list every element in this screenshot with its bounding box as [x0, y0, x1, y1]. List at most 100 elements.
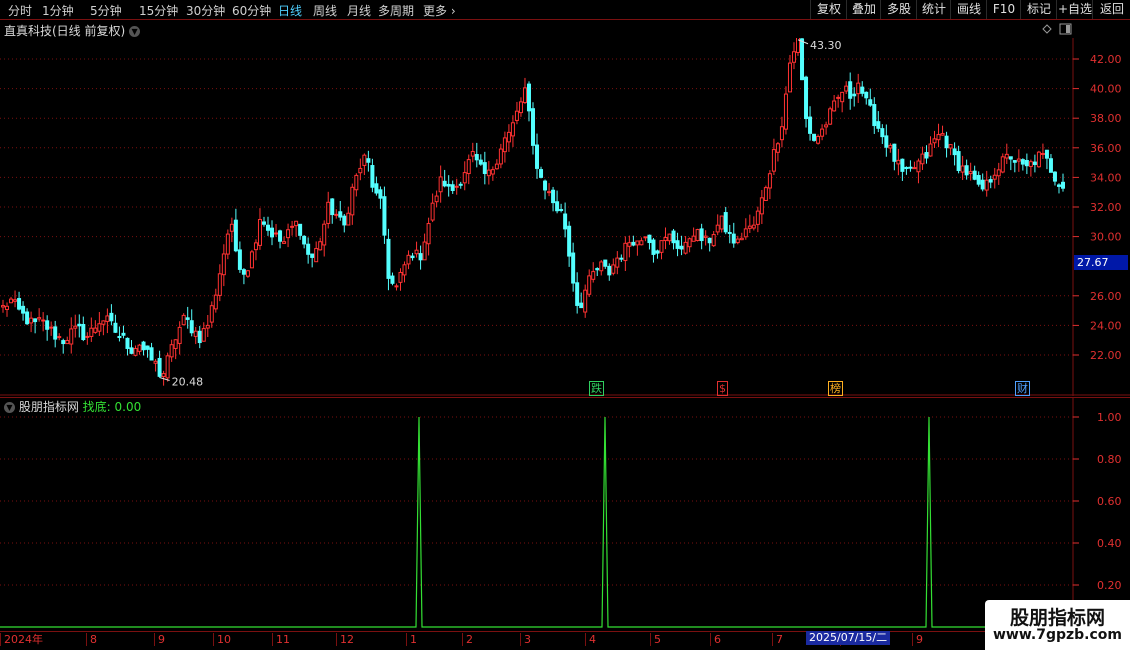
candle-body — [1028, 161, 1033, 167]
candle-body — [474, 154, 479, 161]
candle-body — [900, 158, 905, 172]
candle-body — [1008, 156, 1013, 160]
timeframe-tab-6[interactable]: 日线 — [278, 2, 302, 19]
y-tick-label: 34.00 — [1090, 171, 1122, 184]
candle-body — [936, 134, 941, 141]
candle-body — [350, 186, 355, 216]
candle-body — [129, 347, 134, 354]
candle-body — [61, 340, 66, 345]
candle-body — [1044, 149, 1049, 159]
candle-body — [209, 305, 214, 323]
candle-body — [888, 144, 893, 149]
toolbar-button-2[interactable]: 多股 — [880, 0, 917, 19]
timeframe-tab-9[interactable]: 多周期 — [378, 2, 414, 19]
split-view-icon-fill — [1066, 25, 1070, 33]
diamond-icon[interactable] — [1042, 24, 1052, 34]
time-label: 9 — [154, 633, 165, 646]
timeframe-tab-4[interactable]: 30分钟 — [186, 2, 225, 19]
y-tick-label: 22.00 — [1090, 349, 1122, 362]
main-chart-title[interactable]: 直真科技(日线 前复权) ▼ — [4, 22, 141, 39]
y-tick-label: 0.40 — [1097, 537, 1122, 550]
event-marker-3[interactable]: 财 — [1015, 381, 1030, 396]
toolbar-button-5[interactable]: F10 — [986, 0, 1021, 19]
timeframe-tab-0[interactable]: 分时 — [8, 2, 32, 19]
low-label: 20.48 — [172, 375, 204, 388]
time-axis: 2024年89101112123456789 — [0, 631, 1130, 646]
candle-body — [988, 179, 993, 183]
candle-body — [294, 220, 299, 227]
candle-body — [49, 326, 54, 329]
candle-body — [808, 116, 813, 134]
candle-body — [173, 339, 178, 349]
panel-toggle-icons[interactable] — [1040, 22, 1074, 36]
candle-body — [213, 294, 218, 310]
candle-body — [121, 332, 126, 336]
candle-body — [924, 152, 929, 159]
candle-body — [1016, 158, 1021, 162]
candle-body — [639, 240, 644, 246]
candle-body — [547, 191, 552, 194]
timeframe-tab-3[interactable]: 15分钟 — [139, 2, 178, 19]
candle-body — [205, 324, 210, 329]
candle-body — [125, 337, 130, 349]
toolbar-button-7[interactable]: +自选 — [1056, 0, 1093, 19]
candle-body — [723, 212, 728, 233]
time-label: 4 — [585, 633, 596, 646]
candle-body — [896, 159, 901, 165]
candle-body — [133, 348, 138, 356]
candle-body — [97, 323, 102, 332]
candle-body — [783, 93, 788, 130]
current-price-tag: 27.67 — [1074, 255, 1128, 270]
timeframe-tab-7[interactable]: 周线 — [313, 2, 337, 19]
candle-body — [824, 124, 829, 128]
candle-body — [996, 169, 1001, 177]
price-chart[interactable]: 42.00 40.00 38.00 36.00 34.00 32.00 30.00 26.00… — [0, 38, 1130, 396]
candle-body — [169, 344, 174, 358]
candle-body — [37, 317, 42, 320]
time-label: 2024年 — [0, 633, 43, 646]
candle-body — [217, 273, 222, 296]
timeframe-tab-10[interactable]: 更多 › — [423, 2, 456, 19]
timeframe-tab-1[interactable]: 1分钟 — [42, 2, 74, 19]
timeframe-tab-2[interactable]: 5分钟 — [90, 2, 122, 19]
candle-body — [101, 320, 106, 325]
candle-body — [767, 173, 772, 189]
toolbar-button-0[interactable]: 复权 — [810, 0, 847, 19]
candle-body — [1024, 160, 1029, 167]
indicator-chart[interactable]: 1.00 0.80 0.60 0.40 0.20 — [0, 397, 1130, 631]
candle-body — [679, 245, 684, 250]
y-tick-label: 0.80 — [1097, 453, 1122, 466]
toolbar-button-6[interactable]: 标记 — [1020, 0, 1057, 19]
candle-body — [707, 237, 712, 244]
candle-body — [944, 135, 949, 149]
toolbar-button-3[interactable]: 统计 — [916, 0, 951, 19]
candle-body — [579, 302, 584, 309]
candle-body — [711, 234, 716, 247]
candle-body — [141, 341, 146, 351]
toolbar-button-8[interactable]: 返回 — [1092, 0, 1130, 19]
candle-body — [619, 257, 624, 260]
watermark-title: 股朋指标网 — [1009, 607, 1105, 629]
candle-body — [237, 249, 242, 270]
candle-body — [779, 126, 784, 141]
time-label: 7 — [772, 633, 783, 646]
chevron-down-icon[interactable]: ▼ — [129, 26, 141, 37]
timeframe-tab-8[interactable]: 月线 — [347, 2, 371, 19]
candle-body — [5, 305, 10, 310]
event-marker-1[interactable]: $ — [717, 381, 728, 396]
candle-body — [330, 198, 335, 216]
timeframe-tab-5[interactable]: 60分钟 — [232, 2, 271, 19]
time-label: 9 — [912, 633, 923, 646]
candle-body — [374, 183, 379, 194]
candle-body — [406, 254, 411, 265]
candle-body — [241, 269, 246, 275]
candle-body — [185, 317, 190, 320]
toolbar-button-4[interactable]: 画线 — [950, 0, 987, 19]
toolbar-button-1[interactable]: 叠加 — [846, 0, 881, 19]
event-marker-2[interactable]: 榜 — [828, 381, 843, 396]
candle-body — [334, 213, 339, 216]
event-marker-0[interactable]: 跌 — [589, 381, 604, 396]
candle-body — [470, 151, 475, 157]
candle-body — [860, 86, 865, 94]
candle-body — [920, 153, 925, 165]
